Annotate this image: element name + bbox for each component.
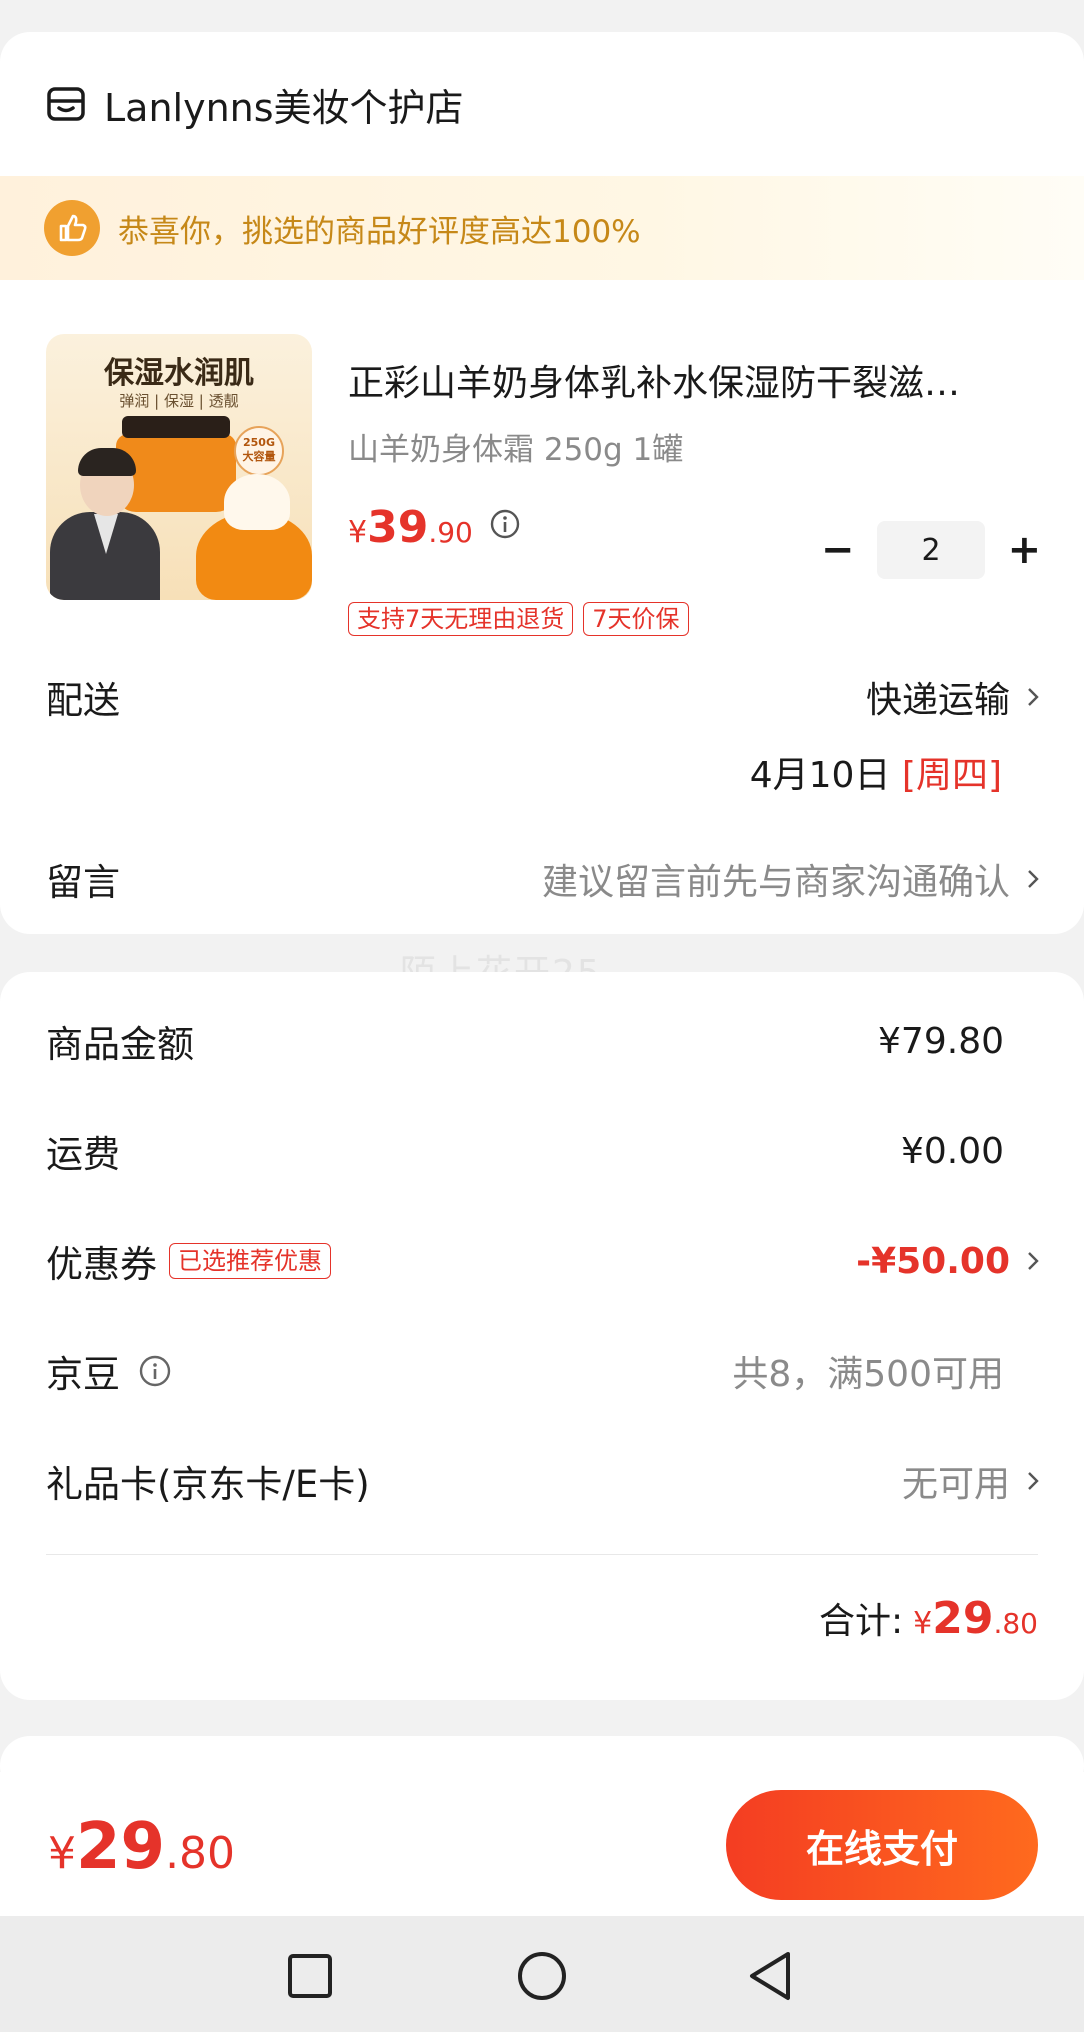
- goods-amount-row: 商品金额 ¥79.80: [46, 1014, 1038, 1068]
- goods-amount-label: 商品金额: [46, 1023, 194, 1066]
- price-decimal: .90: [428, 516, 473, 549]
- price-integer: 39: [367, 502, 429, 553]
- delivery-method[interactable]: 快递运输: [866, 671, 1010, 723]
- shipping-label: 运费: [46, 1133, 120, 1176]
- quantity-stepper: − 2 +: [820, 520, 1042, 580]
- pay-currency: ¥: [48, 1828, 76, 1879]
- banner-text: 恭喜你，挑选的商品好评度高达100%: [118, 213, 641, 250]
- chevron-right-icon: [1028, 1472, 1039, 1490]
- coupon-label: 优惠券: [46, 1243, 157, 1286]
- delivery-label: 配送: [46, 679, 120, 722]
- praise-banner: 恭喜你，挑选的商品好评度高达100%: [0, 176, 1084, 280]
- home-icon[interactable]: [514, 1948, 570, 2004]
- info-icon[interactable]: [138, 1354, 172, 1388]
- total-integer: 29: [932, 1593, 994, 1644]
- delivery-date[interactable]: 4月10日 [周四]: [750, 746, 1002, 798]
- chevron-right-icon: [1028, 870, 1039, 888]
- divider: [46, 1554, 1038, 1555]
- product-image[interactable]: 保湿水润肌 弹润 | 保湿 | 透靓 250G 大容量: [46, 334, 312, 600]
- delivery-date-text: 4月10日: [749, 755, 891, 796]
- product-title[interactable]: 正彩山羊奶身体乳补水保湿防干裂滋…: [348, 354, 1038, 406]
- recent-apps-icon[interactable]: [282, 1948, 338, 2004]
- jingdou-row[interactable]: 京豆 共8，满500可用: [46, 1344, 1038, 1398]
- total-decimal: .80: [993, 1607, 1038, 1640]
- order-card: Lanlynns美妆个护店 恭喜你，挑选的商品好评度高达100% 保湿水润肌 弹…: [0, 32, 1084, 934]
- coupon-row[interactable]: 优惠券 已选推荐优惠 -¥50.00: [46, 1234, 1039, 1288]
- goods-amount-value: ¥79.80: [878, 1020, 1004, 1062]
- thumbs-up-icon: [44, 200, 100, 256]
- product-spec[interactable]: 山羊奶身体霜 250g 1罐: [348, 424, 683, 469]
- model-person-graphic: [50, 448, 160, 600]
- service-tag: 7天价保: [583, 602, 689, 636]
- pay-amount: ¥ 29 .80: [48, 1810, 235, 1884]
- info-icon[interactable]: [489, 508, 521, 540]
- delivery-weekday: [周四]: [901, 755, 1002, 796]
- chevron-right-icon: [1028, 688, 1039, 706]
- shipping-value: ¥0.00: [900, 1130, 1004, 1172]
- image-headline: 保湿水润肌: [104, 356, 254, 391]
- pay-integer: 29: [76, 1810, 166, 1884]
- cream-graphic: [224, 474, 290, 530]
- system-nav-bar: [0, 1916, 1084, 2032]
- payment-bar: ¥ 29 .80 在线支付: [0, 1772, 1084, 1916]
- unit-price: ¥ 39 .90: [348, 502, 521, 553]
- order-total: 合计: ¥ 29 .80: [819, 1592, 1038, 1644]
- total-label: 合计:: [819, 1601, 904, 1642]
- chevron-right-icon: [1028, 1252, 1039, 1270]
- capacity-badge: 250G 大容量: [234, 426, 284, 476]
- back-icon[interactable]: [744, 1948, 800, 2004]
- quantity-input[interactable]: 2: [877, 521, 985, 579]
- message-input[interactable]: 建议留言前先与商家沟通确认: [542, 853, 1010, 905]
- shipping-row: 运费 ¥0.00: [46, 1124, 1038, 1178]
- decrease-button[interactable]: −: [820, 527, 855, 573]
- giftcard-label: 礼品卡(京东卡/E卡): [46, 1463, 370, 1506]
- pay-online-button[interactable]: 在线支付: [726, 1790, 1038, 1900]
- coupon-value[interactable]: -¥50.00: [856, 1241, 1010, 1282]
- price-summary-card: 商品金额 ¥79.80 运费 ¥0.00 优惠券 已选推荐优惠 -¥50.00 …: [0, 972, 1084, 1700]
- giftcard-value[interactable]: 无可用: [902, 1455, 1010, 1507]
- coupon-badge: 已选推荐优惠: [169, 1243, 331, 1279]
- jingdou-label: 京豆: [46, 1353, 120, 1396]
- service-tag: 支持7天无理由退货: [348, 602, 574, 636]
- store-icon: [47, 87, 85, 121]
- giftcard-row[interactable]: 礼品卡(京东卡/E卡) 无可用: [46, 1454, 1039, 1508]
- pay-decimal: .80: [165, 1828, 236, 1879]
- service-tags: 支持7天无理由退货 7天价保: [348, 602, 699, 636]
- message-label: 留言: [46, 861, 120, 904]
- message-row[interactable]: 留言 建议留言前先与商家沟通确认: [46, 852, 1039, 906]
- price-currency: ¥: [348, 515, 368, 550]
- store-header[interactable]: Lanlynns美妆个护店: [46, 74, 464, 134]
- increase-button[interactable]: +: [1007, 527, 1042, 573]
- jingdou-value: 共8，满500可用: [732, 1354, 1004, 1395]
- image-features: 弹润 | 保湿 | 透靓: [119, 392, 239, 410]
- delivery-row[interactable]: 配送 快递运输: [46, 670, 1039, 724]
- store-name[interactable]: Lanlynns美妆个护店: [104, 77, 464, 132]
- total-currency: ¥: [913, 1606, 933, 1641]
